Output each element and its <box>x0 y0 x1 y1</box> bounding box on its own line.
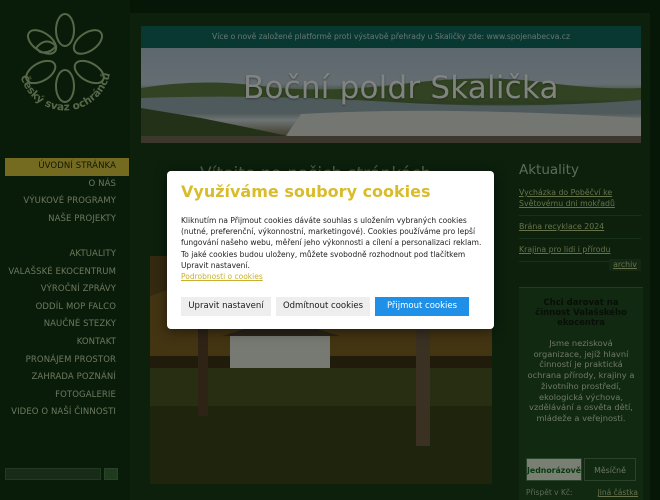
cookie-reject-button[interactable]: Odmítnout cookies <box>276 297 370 316</box>
cookie-dialog: Využíváme soubory cookies Kliknutím na P… <box>167 171 494 329</box>
cookie-settings-button[interactable]: Upravit nastavení <box>181 297 271 316</box>
cookie-accept-button[interactable]: Přijmout cookies <box>375 297 469 316</box>
cookie-details-link[interactable]: Podrobnosti o cookies <box>181 272 263 281</box>
cookie-text: Kliknutím na Přijmout cookies dáváte sou… <box>181 216 482 270</box>
cookie-buttons: Upravit nastavení Odmítnout cookies Přij… <box>181 297 469 316</box>
cookie-title: Využíváme soubory cookies <box>181 182 431 201</box>
